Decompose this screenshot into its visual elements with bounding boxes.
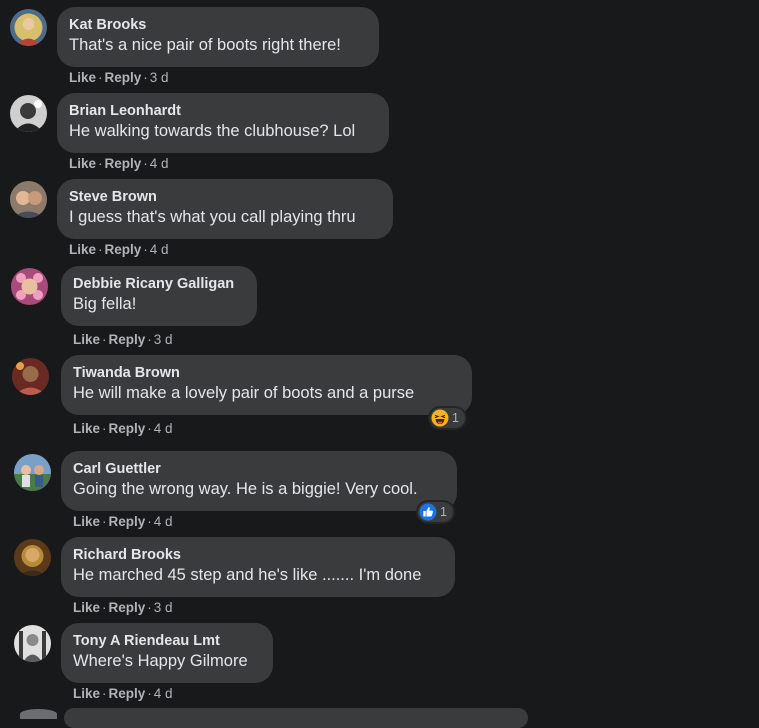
comment-timestamp[interactable]: 3 d [154,332,173,347]
like-link[interactable]: Like [69,156,96,171]
avatar[interactable] [14,539,51,576]
comment-text: That's a nice pair of boots right there! [69,36,341,54]
comment-text: Big fella! [73,295,137,313]
separator: · [98,156,103,171]
separator: · [102,686,107,701]
comment-bubble: Debbie Ricany Galligan Big fella! [61,266,257,326]
comment-author[interactable]: Brian Leonhardt [69,102,376,120]
separator: · [102,514,107,529]
comment-actions: Like · Reply · 4 d [69,242,169,258]
separator: · [147,421,152,436]
comment-actions: Like · Reply · 4 d [69,156,169,172]
separator: · [147,332,152,347]
comment-actions: Like · Reply · 3 d [73,600,173,616]
avatar[interactable] [14,625,51,662]
comment-timestamp[interactable]: 4 d [150,156,169,171]
reply-link[interactable]: Reply [105,242,142,257]
comment-actions: Like · Reply · 4 d [73,686,173,702]
avatar[interactable] [11,268,48,305]
separator: · [143,242,148,257]
comment-text: He marched 45 step and he's like .......… [73,566,422,584]
reply-link[interactable]: Reply [109,332,146,347]
separator: · [102,421,107,436]
like-link[interactable]: Like [73,332,100,347]
reply-link[interactable]: Reply [109,600,146,615]
comment-bubble: Carl Guettler Going the wrong way. He is… [61,451,457,511]
avatar-image [10,9,47,46]
avatar[interactable] [10,181,47,218]
avatar-image [12,358,49,395]
separator: · [147,600,152,615]
comment-bubble: Steve Brown I guess that's what you call… [57,179,393,239]
like-link[interactable]: Like [73,600,100,615]
avatar[interactable] [14,454,51,491]
avatar-image [14,454,51,491]
separator: · [102,332,107,347]
avatar-image [14,539,51,576]
comment-timestamp[interactable]: 3 d [154,600,173,615]
reply-link[interactable]: Reply [105,156,142,171]
comment-timestamp[interactable]: 4 d [150,242,169,257]
comment-bubble: Tony A Riendeau Lmt Where's Happy Gilmor… [61,623,273,683]
reply-link[interactable]: Reply [109,514,146,529]
reaction-summary[interactable]: 1 [430,408,465,428]
like-link[interactable]: Like [73,514,100,529]
comment-actions: Like · Reply · 4 d [73,421,173,437]
avatar[interactable] [12,358,49,395]
comment-bubble: Richard Brooks He marched 45 step and he… [61,537,455,597]
comment-text: He will make a lovely pair of boots and … [73,384,415,402]
comment-actions: Like · Reply · 3 d [69,70,169,86]
like-reaction-icon [419,503,437,521]
comment-author[interactable]: Debbie Ricany Galligan [73,275,244,293]
separator: · [98,70,103,85]
like-link[interactable]: Like [69,242,96,257]
like-link[interactable]: Like [73,421,100,436]
like-link[interactable]: Like [69,70,96,85]
separator: · [102,600,107,615]
separator: · [98,242,103,257]
comment-actions: Like · Reply · 3 d [73,332,173,348]
separator: · [143,156,148,171]
avatar-image [14,625,51,662]
separator: · [147,686,152,701]
comment-author[interactable]: Steve Brown [69,188,380,206]
comment-timestamp[interactable]: 4 d [154,514,173,529]
comment-bubble [64,708,528,728]
comment-timestamp[interactable]: 4 d [154,421,173,436]
avatar-image [10,95,47,132]
comment-actions: Like · Reply · 4 d [73,514,173,530]
comment-text: Where's Happy Gilmore [73,652,248,670]
avatar-image [10,181,47,218]
comment-text: I guess that's what you call playing thr… [69,208,356,226]
comment-bubble: Brian Leonhardt He walking towards the c… [57,93,389,153]
comment-author[interactable]: Tony A Riendeau Lmt [73,632,260,650]
comment-author[interactable]: Kat Brooks [69,16,366,34]
avatar[interactable] [10,95,47,132]
reply-link[interactable]: Reply [109,421,146,436]
reaction-count: 1 [440,505,447,519]
avatar[interactable] [10,9,47,46]
reply-link[interactable]: Reply [105,70,142,85]
reply-link[interactable]: Reply [109,686,146,701]
like-link[interactable]: Like [73,686,100,701]
comment-text: Going the wrong way. He is a biggie! Ver… [73,480,418,498]
reaction-summary[interactable]: 1 [418,502,453,522]
comment-author[interactable]: Tiwanda Brown [73,364,459,382]
comment-bubble: Tiwanda Brown He will make a lovely pair… [61,355,472,415]
haha-reaction-icon [431,409,449,427]
comment-timestamp[interactable]: 4 d [154,686,173,701]
comment-author[interactable]: Carl Guettler [73,460,444,478]
separator: · [147,514,152,529]
comment-text: He walking towards the clubhouse? Lol [69,122,356,140]
comment-bubble: Kat Brooks That's a nice pair of boots r… [57,7,379,67]
reaction-count: 1 [452,411,459,425]
comment-author[interactable]: Richard Brooks [73,546,442,564]
separator: · [143,70,148,85]
avatar-image [11,268,48,305]
avatar[interactable] [20,709,57,719]
comment-timestamp[interactable]: 3 d [150,70,169,85]
